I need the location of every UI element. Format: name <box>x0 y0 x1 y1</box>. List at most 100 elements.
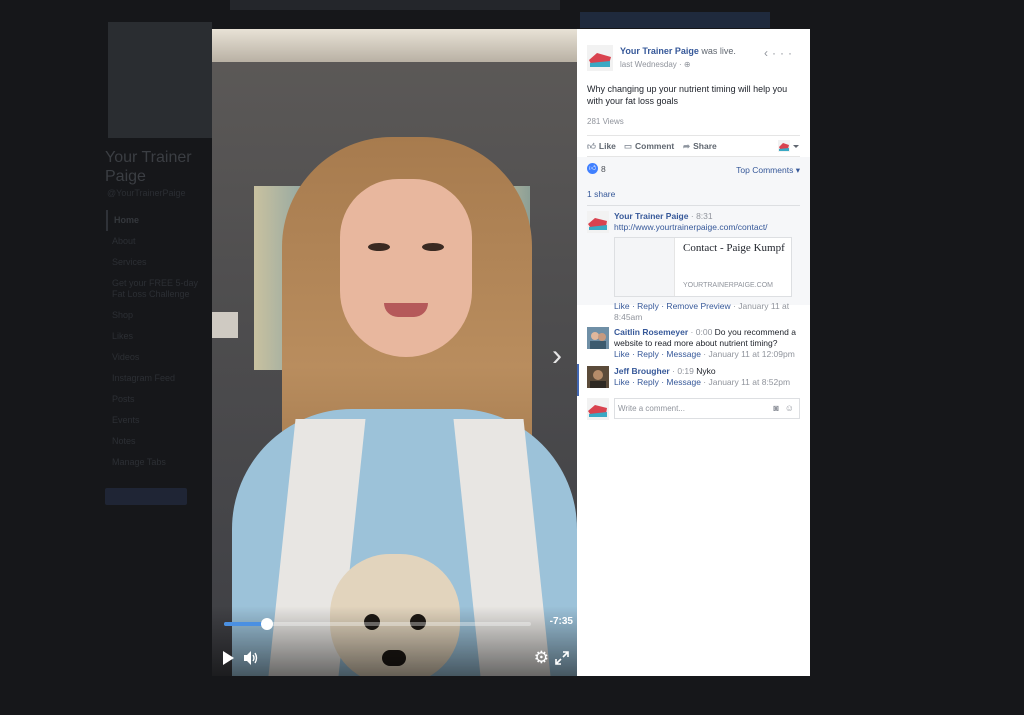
background-nav-item: Likes <box>112 331 134 341</box>
background-top-bar <box>230 0 560 10</box>
play-icon[interactable] <box>222 651 234 665</box>
view-count: 281 Views <box>587 117 624 126</box>
link-preview-card[interactable]: Contact - Paige Kumpf YOURTRAINERPAIGE.C… <box>614 237 792 297</box>
comment-footer: Like · Reply · Remove Preview · January … <box>614 301 790 322</box>
background-nav-item: Instagram Feed <box>112 373 176 383</box>
background-profile-cover <box>108 22 212 138</box>
comment-body: Your Trainer Paige · 8:31 http://www.you… <box>614 211 768 232</box>
chevron-left-icon[interactable]: ‹ <box>764 46 772 60</box>
link-preview-title: Contact - Paige Kumpf <box>683 242 785 254</box>
video-light-switch <box>212 312 238 338</box>
comment-actions[interactable]: Like · Reply · Remove Preview <box>614 301 731 311</box>
comment-actions[interactable]: Like · Reply · Message <box>614 349 701 359</box>
video-modal: › -7:35 ⚙ Your Trainer Paige was live. l… <box>212 29 810 676</box>
comment-timestamp[interactable]: 0:19 <box>677 366 694 376</box>
comment-body: Caitlin Rosemeyer · 0:00 Do you recommen… <box>614 327 796 359</box>
thumbs-up-icon: 👍︎ <box>587 141 596 151</box>
comment-label: Comment <box>635 141 675 151</box>
post-header-actions: ‹··· <box>764 46 796 60</box>
video-person-eye <box>422 243 444 251</box>
background-nav-item: Manage Tabs <box>112 457 166 467</box>
background-nav-item: Shop <box>112 310 134 320</box>
comment-author[interactable]: Your Trainer Paige <box>614 211 688 221</box>
link-preview-site: YOURTRAINERPAIGE.COM <box>683 282 773 289</box>
like-count: 8 <box>601 163 606 174</box>
progress-bar[interactable] <box>224 618 531 630</box>
post-action-bar: 👍︎ Like ▭ Comment ➦ Share <box>587 135 800 157</box>
fullscreen-icon[interactable] <box>555 651 569 665</box>
avatar <box>587 398 609 420</box>
video-player[interactable]: › -7:35 ⚙ <box>212 29 577 676</box>
share-button[interactable]: ➦ Share <box>683 141 717 152</box>
share-count[interactable]: 1 share <box>587 189 615 199</box>
post-time[interactable]: last Wednesday <box>620 60 677 69</box>
like-label: Like <box>598 141 616 151</box>
video-person-eye <box>368 243 390 251</box>
composer-icons: ◙ ☺ <box>767 403 794 413</box>
comment-item: Caitlin Rosemeyer · 0:00 Do you recommen… <box>587 327 800 361</box>
divider <box>587 205 800 206</box>
comment-date[interactable]: January 11 at 8:52pm <box>708 377 790 387</box>
like-button[interactable]: 👍︎ Like <box>587 141 616 152</box>
time-remaining: -7:35 <box>549 616 573 627</box>
comment-button[interactable]: ▭ Comment <box>624 141 674 152</box>
post-header: Your Trainer Paige was live. last Wednes… <box>577 29 810 79</box>
video-person-face <box>340 179 472 357</box>
comment-item: Jeff Brougher · 0:19 Nyko Like · Reply ·… <box>587 366 800 394</box>
post-author-line: Your Trainer Paige was live. <box>620 46 736 56</box>
background-nav-item: Notes <box>112 436 136 446</box>
post-status: was live. <box>701 46 736 56</box>
comment-actions[interactable]: Like · Reply · Message <box>614 377 701 387</box>
emoji-icon[interactable]: ☺ <box>785 403 794 413</box>
comment-text: Nyko <box>696 366 716 376</box>
avatar[interactable] <box>587 327 609 349</box>
background-page-name: Your Trainer Paige <box>105 149 192 185</box>
comment-date[interactable]: January 11 at 12:09pm <box>708 349 794 359</box>
comment-author[interactable]: Caitlin Rosemeyer <box>614 327 688 337</box>
more-options-icon[interactable]: ··· <box>772 46 796 60</box>
video-controls: -7:35 ⚙ <box>212 606 577 676</box>
background-nav-item: Posts <box>112 394 135 404</box>
share-icon: ➦ <box>683 141 691 151</box>
post-author[interactable]: Your Trainer Paige <box>620 46 699 56</box>
background-top-bar-right <box>580 12 770 28</box>
next-arrow-icon[interactable]: › <box>552 339 562 373</box>
background-button <box>105 488 187 505</box>
video-ceiling-molding <box>212 29 577 62</box>
page-avatar[interactable] <box>587 45 613 71</box>
background-nav-item: Events <box>112 415 140 425</box>
comment-timestamp[interactable]: 8:31 <box>696 211 713 221</box>
background-nav-item: Get your FREE 5-day Fat Loss Challenge <box>112 278 199 299</box>
comment-link[interactable]: http://www.yourtrainerpaige.com/contact/ <box>614 222 768 232</box>
avatar[interactable] <box>587 211 609 233</box>
gear-icon[interactable]: ⚙ <box>534 648 549 668</box>
globe-icon: ⊕ <box>683 60 691 69</box>
video-frame <box>212 29 577 676</box>
video-person-mouth <box>384 303 428 317</box>
comment-sort-dropdown[interactable]: Top Comments ▾ <box>736 165 800 176</box>
caret-down-icon: ▾ <box>795 165 800 175</box>
background-nav-item: Services <box>112 257 147 267</box>
comment-icon: ▭ <box>624 141 633 151</box>
post-time-line: last Wednesday · ⊕ <box>620 60 691 69</box>
background-handle: @YourTrainerPaige <box>107 188 186 198</box>
post-as-selector[interactable] <box>778 140 800 152</box>
reaction-summary[interactable]: 👍︎ 8 <box>587 163 606 177</box>
progress-knob[interactable] <box>260 618 273 630</box>
link-preview-image <box>615 238 675 296</box>
comment-author[interactable]: Jeff Brougher <box>614 366 670 376</box>
post-panel: Your Trainer Paige was live. last Wednes… <box>577 29 810 676</box>
comment-timestamp[interactable]: 0:00 <box>696 327 713 337</box>
background-nav-item: About <box>112 236 136 246</box>
volume-icon[interactable] <box>244 651 260 665</box>
background-nav: Home About Services Get your FREE 5-day … <box>106 210 206 473</box>
avatar[interactable] <box>587 366 609 388</box>
comment-composer: Write a comment... ◙ ☺ <box>587 398 800 420</box>
background-nav-item: Home <box>106 210 206 231</box>
camera-icon[interactable]: ◙ <box>773 403 778 413</box>
background-nav-item: Videos <box>112 352 140 362</box>
comment-body: Jeff Brougher · 0:19 Nyko Like · Reply ·… <box>614 366 791 387</box>
comment-item: Your Trainer Paige · 8:31 http://www.you… <box>587 211 800 322</box>
share-label: Share <box>693 141 717 151</box>
like-reaction-icon: 👍︎ <box>587 163 598 175</box>
